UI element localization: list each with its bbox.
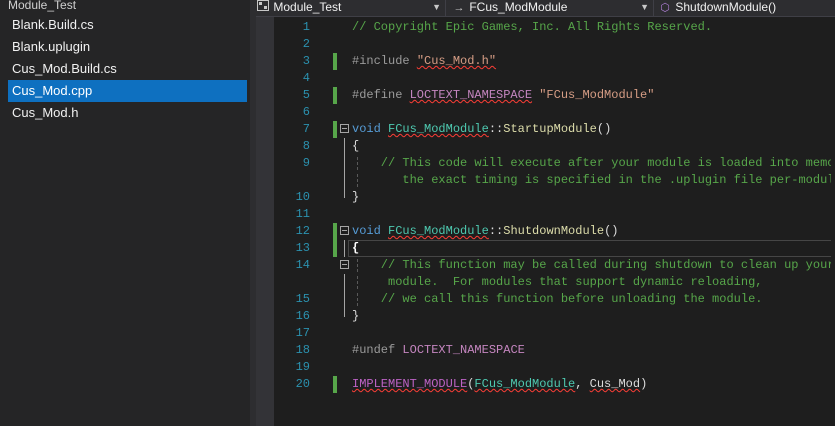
fold-guide: [344, 274, 345, 291]
file-item-cus-mod-cpp[interactable]: Cus_Mod.cpp: [8, 80, 247, 102]
change-indicator: [333, 87, 337, 104]
code-text: // we call this function before unloadin…: [352, 292, 763, 306]
code-line: 18 #undef LOCTEXT_NAMESPACE: [256, 342, 835, 359]
line-number: 9: [302, 156, 310, 170]
project-dropdown-label: Module_Test: [273, 0, 342, 14]
code-text: // Copyright Epic Games, Inc. All Rights…: [352, 20, 713, 34]
collapse-toggle-icon[interactable]: [340, 226, 349, 235]
fold-guide: [344, 308, 345, 317]
line-number: 1: [302, 20, 310, 34]
method-cube-icon: ⬡: [660, 2, 670, 14]
line-number: 18: [295, 343, 310, 357]
line-number: 12: [295, 224, 310, 238]
code-line: 20 IMPLEMENT_MODULE(FCus_ModModule, Cus_…: [256, 376, 835, 393]
chevron-down-icon: ▼: [432, 2, 441, 12]
line-number: 10: [295, 190, 310, 204]
fold-guide: [344, 240, 345, 257]
code-text: module. For modules that support dynamic…: [352, 275, 763, 289]
code-text: }: [352, 190, 360, 204]
code-text: IMPLEMENT_MODULE(FCus_ModModule, Cus_Mod…: [352, 377, 648, 391]
code-line: 7 void FCus_ModModule::StartupModule(): [256, 121, 835, 138]
code-line-current: 13 {: [256, 240, 835, 257]
change-indicator: [333, 240, 337, 257]
file-item-cus-mod-build-cs[interactable]: Cus_Mod.Build.cs: [8, 58, 247, 80]
code-line: 19: [256, 359, 835, 376]
code-line: 3 #include "Cus_Mod.h": [256, 53, 835, 70]
solution-explorer: Module_Test Blank.Build.cs Blank.uplugin…: [0, 0, 250, 426]
line-number: 7: [302, 122, 310, 136]
code-text: void FCus_ModModule::StartupModule(): [352, 122, 612, 136]
fold-guide: [344, 291, 345, 308]
code-line: 6: [256, 104, 835, 121]
fold-guide: [344, 155, 345, 172]
line-number: 2: [302, 37, 310, 51]
fold-guide: [344, 172, 345, 189]
code-line: 8 {: [256, 138, 835, 155]
code-text: the exact timing is specified in the .up…: [352, 173, 835, 187]
cpp-project-icon: [256, 0, 270, 16]
line-number: 5: [302, 88, 310, 102]
code-text: {: [352, 241, 360, 255]
project-dropdown[interactable]: Module_Test ▼: [256, 0, 446, 16]
code-text: #define LOCTEXT_NAMESPACE "FCus_ModModul…: [352, 88, 655, 102]
file-item-cus-mod-h[interactable]: Cus_Mod.h: [8, 102, 247, 124]
line-number: 4: [302, 71, 310, 85]
file-item-blank-build-cs[interactable]: Blank.Build.cs: [8, 14, 247, 36]
vertical-scrollbar[interactable]: [831, 17, 835, 426]
change-indicator: [333, 376, 337, 393]
line-number: 14: [295, 258, 310, 272]
code-line: 10 }: [256, 189, 835, 206]
code-text: void FCus_ModModule::ShutdownModule(): [352, 224, 619, 238]
code-line: 14 // This function may be called during…: [256, 257, 835, 274]
line-number: 19: [295, 360, 310, 374]
code-text: // This code will execute after your mod…: [352, 156, 835, 170]
fold-guide: [344, 138, 345, 155]
line-number: 16: [295, 309, 310, 323]
line-number: 3: [302, 54, 310, 68]
code-line: 2: [256, 36, 835, 53]
code-text: #undef LOCTEXT_NAMESPACE: [352, 343, 525, 357]
code-line: module. For modules that support dynamic…: [256, 274, 835, 291]
code-editor[interactable]: 1 // Copyright Epic Games, Inc. All Righ…: [256, 17, 835, 426]
file-item-blank-uplugin[interactable]: Blank.uplugin: [8, 36, 247, 58]
code-line: 9 // This code will execute after your m…: [256, 155, 835, 172]
scope-dropdown-label: FCus_ModModule: [469, 0, 568, 14]
code-line: the exact timing is specified in the .up…: [256, 172, 835, 189]
code-line: 4: [256, 70, 835, 87]
code-line: 16 }: [256, 308, 835, 325]
code-text: #include "Cus_Mod.h": [352, 54, 497, 68]
line-number: 8: [302, 139, 310, 153]
line-number: 15: [295, 292, 310, 306]
line-number: 17: [295, 326, 310, 340]
navigation-bar: Module_Test ▼ → FCus_ModModule ▼ ⬡ Shutd…: [256, 0, 835, 17]
change-indicator: [333, 53, 337, 70]
arrow-right-icon: →: [453, 2, 465, 14]
collapse-toggle-icon[interactable]: [340, 260, 349, 269]
code-line: 11: [256, 206, 835, 223]
code-line: 17: [256, 325, 835, 342]
line-number: 6: [302, 105, 310, 119]
code-line: 1 // Copyright Epic Games, Inc. All Righ…: [256, 19, 835, 36]
code-text: // This function may be called during sh…: [352, 258, 835, 272]
line-number: 13: [295, 241, 310, 255]
change-indicator: [333, 121, 337, 138]
current-line-highlight: [348, 240, 835, 257]
fold-guide: [344, 189, 345, 198]
line-number: 20: [295, 377, 310, 391]
code-line: 5 #define LOCTEXT_NAMESPACE "FCus_ModMod…: [256, 87, 835, 104]
line-number: 11: [295, 207, 310, 221]
project-node[interactable]: Module_Test: [8, 0, 76, 12]
scope-dropdown[interactable]: → FCus_ModModule ▼: [452, 0, 654, 16]
collapse-toggle-icon[interactable]: [340, 124, 349, 133]
code-text: }: [352, 309, 360, 323]
member-dropdown[interactable]: ⬡ ShutdownModule(): [658, 0, 835, 16]
code-line: 15 // we call this function before unloa…: [256, 291, 835, 308]
code-text: {: [352, 139, 360, 153]
member-dropdown-label: ShutdownModule(): [675, 0, 777, 14]
code-line: 12 void FCus_ModModule::ShutdownModule(): [256, 223, 835, 240]
chevron-down-icon: ▼: [640, 2, 649, 12]
change-indicator: [333, 223, 337, 240]
